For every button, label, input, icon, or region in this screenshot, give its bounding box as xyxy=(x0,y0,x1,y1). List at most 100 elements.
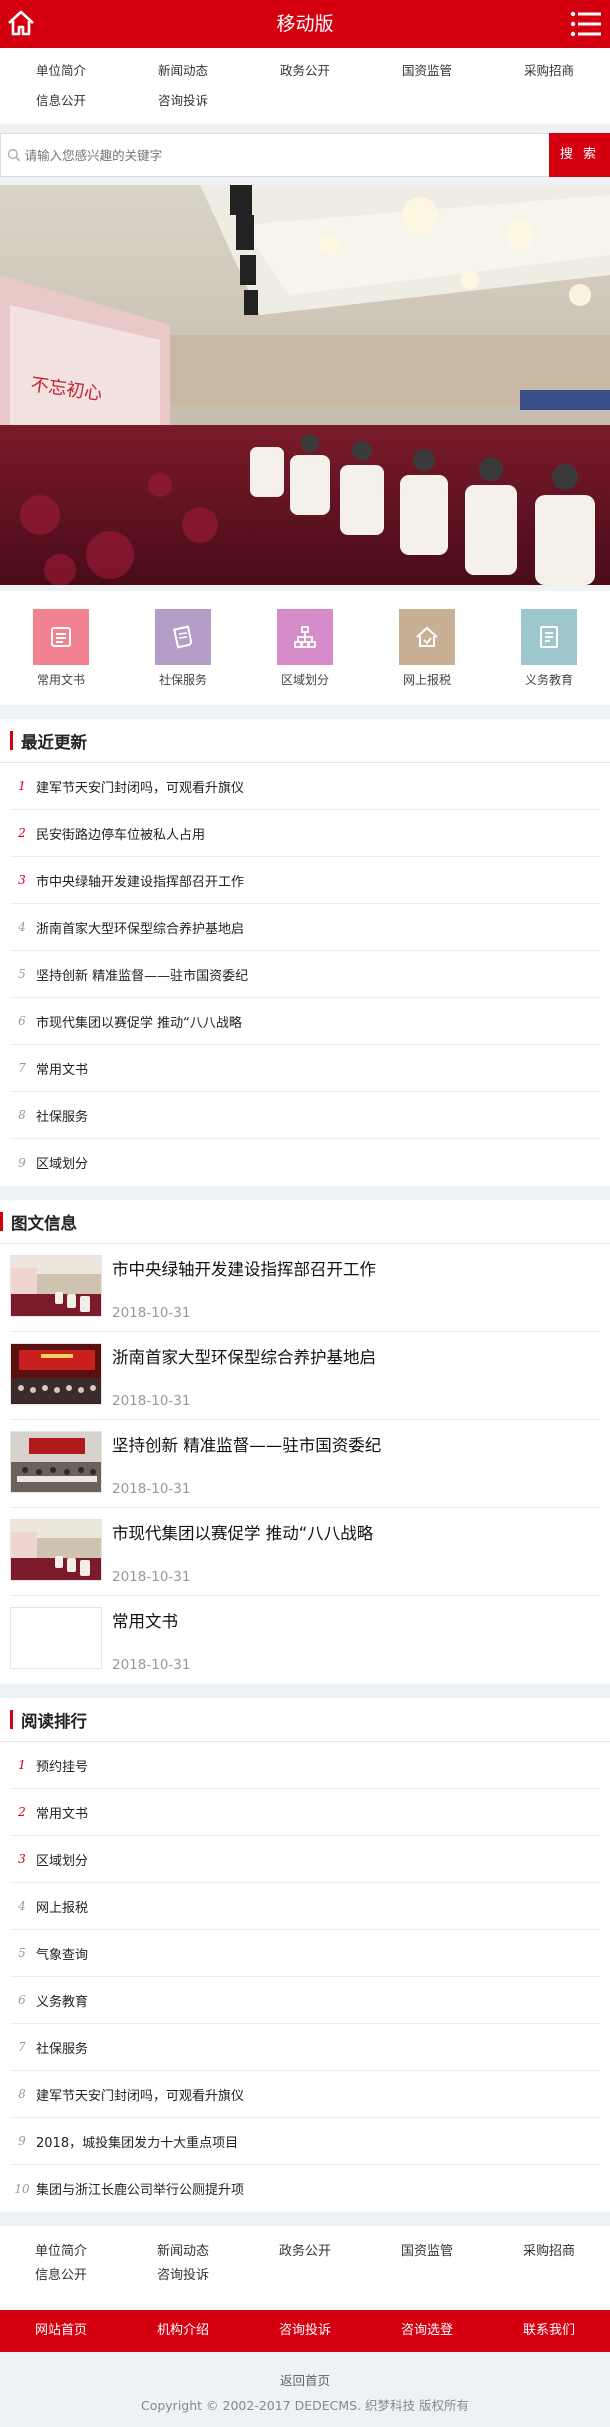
list-item[interactable]: 8 建军节天安门封闭吗，可观看升旗仪 xyxy=(10,2071,600,2118)
list-item-text: 建军节天安门封闭吗，可观看升旗仪 xyxy=(36,780,245,796)
list-item-text: 市现代集团以赛促学 推动“八八战略 xyxy=(36,1015,242,1031)
news-thumbnail[interactable] xyxy=(10,1431,102,1493)
news-date: 2018-10-31 xyxy=(112,1657,191,1673)
rank-number: 7 xyxy=(18,2040,26,2054)
list-item[interactable]: 5 气象查询 xyxy=(10,1930,600,1977)
news-title[interactable]: 市中央绿轴开发建设指挥部召开工作 xyxy=(112,1256,376,1280)
news-title[interactable]: 坚持创新 精准监督——驻市国资委纪 xyxy=(112,1432,381,1456)
menu-icon[interactable] xyxy=(570,10,602,38)
news-card[interactable]: 市现代集团以赛促学 推动“八八战略 2018-10-31 xyxy=(10,1508,600,1596)
list-item[interactable]: 9 区域划分 xyxy=(10,1139,600,1186)
nav-row: 单位简介 新闻动态 政务公开 国资监管 采购招商 xyxy=(0,60,610,90)
list-item[interactable]: 10 集团与浙江长鹿公司举行公厕提升项 xyxy=(10,2165,600,2212)
quick-link-item[interactable]: 区域划分 xyxy=(244,591,366,705)
nav-item[interactable]: 政务公开 xyxy=(244,60,366,90)
ranking-title-text: 阅读排行 xyxy=(21,1711,87,1731)
footer-bar-link[interactable]: 咨询选登 xyxy=(366,2310,488,2352)
list-item[interactable]: 5 坚持创新 精准监督——驻市国资委纪 xyxy=(10,951,600,998)
list-item-text: 预约挂号 xyxy=(36,1759,89,1775)
house-icon xyxy=(399,609,455,665)
rank-number: 8 xyxy=(18,2087,26,2101)
list-item[interactable]: 3 市中央绿轴开发建设指挥部召开工作 xyxy=(10,857,600,904)
news-thumbnail[interactable] xyxy=(10,1343,102,1405)
list-item[interactable]: 6 市现代集团以赛促学 推动“八八战略 xyxy=(10,998,600,1045)
nav-item[interactable]: 单位简介 xyxy=(0,60,122,90)
footer-bar-link[interactable]: 机构介绍 xyxy=(122,2310,244,2352)
news-date: 2018-10-31 xyxy=(112,1393,191,1409)
nav-item[interactable]: 咨询投诉 xyxy=(122,90,244,120)
list-item[interactable]: 1 建军节天安门封闭吗，可观看升旗仪 xyxy=(10,763,600,810)
news-title[interactable]: 浙南首家大型环保型综合养护基地启 xyxy=(112,1344,376,1368)
rank-number: 2 xyxy=(18,1805,26,1819)
footer-nav: 单位简介 新闻动态 政务公开 国资监管 采购招商 信息公开 咨询投诉 xyxy=(0,2226,610,2310)
rank-number: 4 xyxy=(18,1899,26,1913)
list-item[interactable]: 3 区域划分 xyxy=(10,1836,600,1883)
list-item[interactable]: 4 浙南首家大型环保型综合养护基地启 xyxy=(10,904,600,951)
quick-link-item[interactable]: 常用文书 xyxy=(0,591,122,705)
list-item[interactable]: 7 社保服务 xyxy=(10,2024,600,2071)
quick-link-item[interactable]: 义务教育 xyxy=(488,591,610,705)
banner-image[interactable]: 不忘初心 xyxy=(0,185,610,585)
footer-bar-link[interactable]: 咨询投诉 xyxy=(244,2310,366,2352)
back-home-link[interactable]: 返回首页 xyxy=(0,2370,610,2389)
nav-item[interactable]: 单位简介 xyxy=(0,2240,122,2264)
search-input[interactable] xyxy=(20,147,549,163)
list-item[interactable]: 8 社保服务 xyxy=(10,1092,600,1139)
footer-bar: 网站首页 机构介绍 咨询投诉 咨询选登 联系我们 xyxy=(0,2310,610,2352)
ranking-title: 阅读排行 xyxy=(0,1698,610,1742)
book-icon xyxy=(521,609,577,665)
nav-item[interactable]: 国资监管 xyxy=(366,60,488,90)
nav-item[interactable]: 采购招商 xyxy=(488,2240,610,2264)
quick-link-item[interactable]: 网上报税 xyxy=(366,591,488,705)
latest-title: 最近更新 xyxy=(0,719,610,763)
news-title[interactable]: 市现代集团以赛促学 推动“八八战略 xyxy=(112,1520,373,1544)
quick-link-item[interactable]: 社保服务 xyxy=(122,591,244,705)
news-card[interactable]: 浙南首家大型环保型综合养护基地启 2018-10-31 xyxy=(10,1332,600,1420)
nav-item[interactable]: 政务公开 xyxy=(244,2240,366,2264)
quick-link-label: 义务教育 xyxy=(524,673,573,687)
news-title[interactable]: 常用文书 xyxy=(112,1608,190,1632)
list-item[interactable]: 4 网上报税 xyxy=(10,1883,600,1930)
list-item[interactable]: 6 义务教育 xyxy=(10,1977,600,2024)
list-item-text: 义务教育 xyxy=(36,1994,89,2010)
rank-number: 9 xyxy=(18,1155,26,1170)
title-bar xyxy=(0,1212,3,1231)
nav-item[interactable]: 新闻动态 xyxy=(122,60,244,90)
list-item[interactable]: 2 民安街路边停车位被私人占用 xyxy=(10,810,600,857)
nav-item[interactable]: 新闻动态 xyxy=(122,2240,244,2264)
nav-item[interactable]: 信息公开 xyxy=(0,2264,122,2288)
footer-bar-link[interactable]: 网站首页 xyxy=(0,2310,122,2352)
news-card[interactable]: 常用文书 2018-10-31 xyxy=(10,1596,600,1684)
list-item[interactable]: 7 常用文书 xyxy=(10,1045,600,1092)
nav-row: 信息公开 咨询投诉 xyxy=(0,90,610,120)
news-thumbnail[interactable] xyxy=(10,1255,102,1317)
news-card[interactable]: 市中央绿轴开发建设指挥部召开工作 2018-10-31 xyxy=(10,1244,600,1332)
search-icon xyxy=(7,148,21,162)
list-item[interactable]: 1 预约挂号 xyxy=(10,1742,600,1789)
news-date: 2018-10-31 xyxy=(112,1481,191,1497)
nav-item[interactable]: 国资监管 xyxy=(366,2240,488,2264)
list-item-text: 建军节天安门封闭吗，可观看升旗仪 xyxy=(36,2088,245,2104)
list-item-text: 集团与浙江长鹿公司举行公厕提升项 xyxy=(36,2183,245,2198)
news-thumbnail[interactable] xyxy=(10,1519,102,1581)
list-item[interactable]: 9 2018，城投集团发力十大重点项目 xyxy=(10,2118,600,2165)
nav-item[interactable]: 信息公开 xyxy=(0,90,122,120)
rank-number: 9 xyxy=(18,2134,26,2148)
search-button[interactable]: 搜 索 xyxy=(549,133,610,177)
rank-number: 1 xyxy=(18,1758,26,1772)
nav-item[interactable]: 采购招商 xyxy=(488,60,610,90)
rank-number: 2 xyxy=(18,826,26,840)
search-bar: 搜 索 xyxy=(0,133,610,177)
nav-item[interactable]: 咨询投诉 xyxy=(122,2264,244,2288)
document-icon xyxy=(33,609,89,665)
news-card[interactable]: 坚持创新 精准监督——驻市国资委纪 2018-10-31 xyxy=(10,1420,600,1508)
list-item[interactable]: 2 常用文书 xyxy=(10,1789,600,1836)
list-item-text: 区域划分 xyxy=(36,1157,89,1172)
search-box xyxy=(0,133,549,177)
news-date: 2018-10-31 xyxy=(112,1305,191,1321)
footer-bar-link[interactable]: 联系我们 xyxy=(488,2310,610,2352)
news-thumbnail[interactable] xyxy=(10,1607,102,1669)
rank-number: 3 xyxy=(18,873,26,887)
nav-row: 信息公开 咨询投诉 xyxy=(0,2264,610,2288)
list-item-text: 社保服务 xyxy=(36,2041,89,2057)
